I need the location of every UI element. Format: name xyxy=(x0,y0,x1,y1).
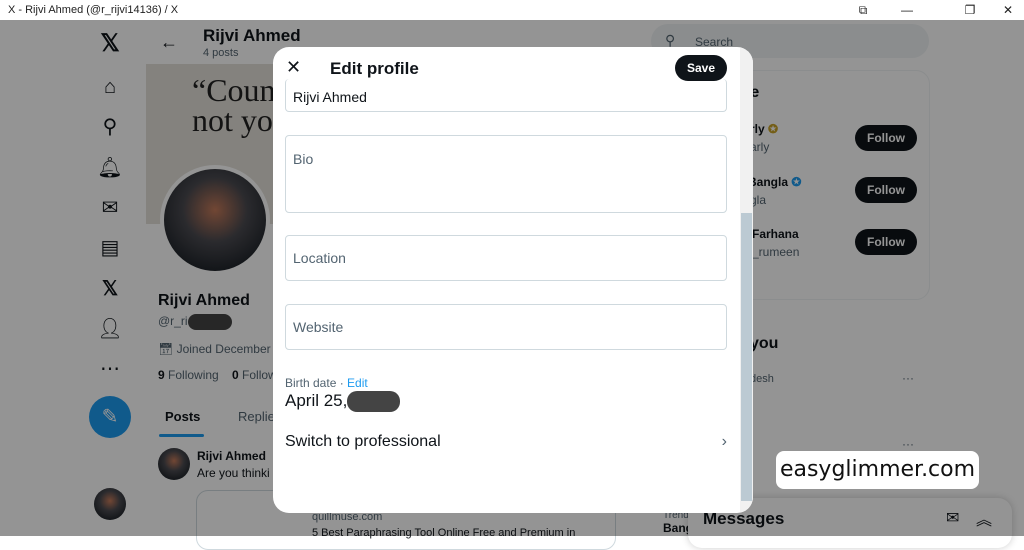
close-window-button[interactable]: ✕ xyxy=(993,0,1023,20)
restore-button[interactable]: ❐ xyxy=(955,0,985,20)
watermark: easyglimmer.com xyxy=(776,451,979,489)
save-button[interactable]: Save xyxy=(675,55,727,81)
modal-scrollbar[interactable] xyxy=(740,47,753,513)
birth-label-text: Birth date · xyxy=(285,376,348,390)
birth-edit-link[interactable]: Edit xyxy=(347,376,368,390)
birth-date-label: Birth date · Edit xyxy=(285,376,368,390)
birth-value-text: April 25, xyxy=(285,391,348,410)
switch-professional-row[interactable]: Switch to professional › xyxy=(285,433,727,451)
switch-pro-label: Switch to professional xyxy=(285,433,441,450)
extensions-icon[interactable]: ⧉ xyxy=(848,0,878,20)
modal-title: Edit profile xyxy=(330,59,419,78)
edit-profile-modal: ✕ Edit profile Save Rijvi Ahmed Bio Loca… xyxy=(273,47,753,513)
bio-input[interactable]: Bio xyxy=(285,135,727,213)
close-icon[interactable]: ✕ xyxy=(286,57,301,78)
chevron-right-icon: › xyxy=(721,433,727,450)
redacted-block xyxy=(347,391,401,413)
scrollbar-thumb[interactable] xyxy=(741,213,752,501)
window-title: X - Rijvi Ahmed (@r_rijvi14136) / X xyxy=(8,4,179,16)
birth-date-value: April 25, xyxy=(285,391,401,413)
location-input[interactable]: Location xyxy=(285,235,727,281)
minimize-button[interactable]: — xyxy=(892,0,922,20)
name-input[interactable]: Rijvi Ahmed xyxy=(285,79,727,112)
website-input[interactable]: Website xyxy=(285,304,727,350)
